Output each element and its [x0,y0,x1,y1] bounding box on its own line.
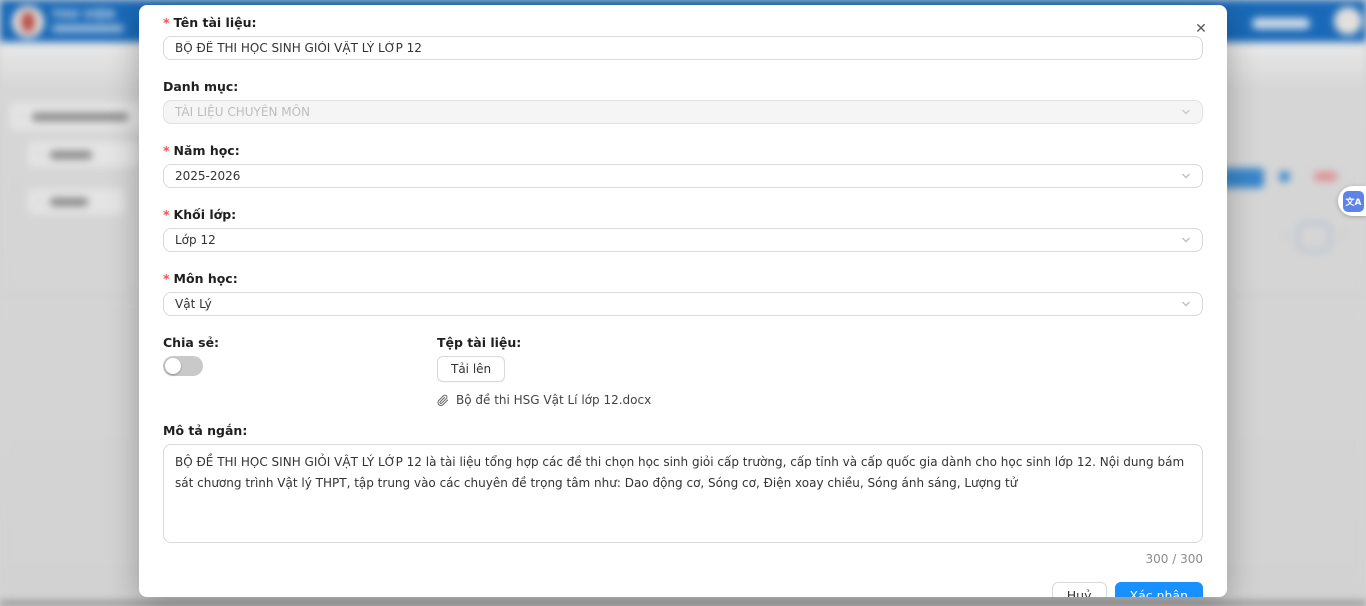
translate-widget[interactable]: 文A [1338,186,1366,216]
attached-file[interactable]: Bộ đề thi HSG Vật Lí lớp 12.docx [437,393,1203,407]
school-year-label: * Năm học: [163,143,240,158]
required-mark: * [163,15,170,30]
field-document-name: * Tên tài liệu: [163,15,1203,60]
school-year-select-value: 2025-2026 [175,169,241,183]
category-select-value: TÀI LIỆU CHUYÊN MÔN [175,105,311,119]
category-label: Danh mục: [163,79,239,94]
field-grade: * Khối lớp: Lớp 12 [163,207,1203,252]
grade-label: * Khối lớp: [163,207,237,222]
subject-select-value: Vật Lý [175,297,212,311]
subject-label: * Môn học: [163,271,238,286]
grade-select[interactable]: Lớp 12 [163,228,1203,252]
grade-select-value: Lớp 12 [175,233,216,247]
file-label: Tệp tài liệu: [437,335,522,350]
field-share: Chia sẻ: [163,335,437,407]
chevron-down-icon [1181,299,1191,309]
modal-footer: Huỷ Xác nhận [163,582,1203,597]
subject-select[interactable]: Vật Lý [163,292,1203,316]
document-name-label: * Tên tài liệu: [163,15,257,30]
share-toggle[interactable] [163,356,203,376]
edit-document-modal: ✕ * Tên tài liệu: Danh mục: TÀI LIỆU CHU… [139,5,1227,597]
confirm-button[interactable]: Xác nhận [1114,582,1203,597]
required-mark: * [163,207,170,222]
school-year-select[interactable]: 2025-2026 [163,164,1203,188]
cancel-button[interactable]: Huỷ [1051,582,1107,597]
chevron-down-icon [1181,171,1191,181]
document-name-input[interactable] [163,36,1203,60]
translate-icon[interactable]: 文A [1343,190,1364,212]
upload-button[interactable]: Tải lên [437,356,506,382]
chevron-down-icon [1181,235,1191,245]
share-toggle-knob [165,358,181,374]
field-school-year: * Năm học: 2025-2026 [163,143,1203,188]
share-file-row: Chia sẻ: Tệp tài liệu: Tải lên Bộ đề thi… [163,335,1203,407]
field-description: Mô tả ngắn: BỘ ĐỀ THI HỌC SINH GIỎI VẬT … [163,423,1203,566]
required-mark: * [163,271,170,286]
description-textarea[interactable]: BỘ ĐỀ THI HỌC SINH GIỎI VẬT LÝ LỚP 12 là… [163,444,1203,543]
description-label: Mô tả ngắn: [163,423,248,438]
char-counter: 300 / 300 [1145,552,1203,566]
close-icon[interactable]: ✕ [1192,19,1210,37]
field-category: Danh mục: TÀI LIỆU CHUYÊN MÔN [163,79,1203,124]
field-file: Tệp tài liệu: Tải lên Bộ đề thi HSG Vật … [437,335,1203,407]
chevron-down-icon [1181,107,1191,117]
paperclip-icon [437,394,449,407]
share-label: Chia sẻ: [163,335,220,350]
field-subject: * Môn học: Vật Lý [163,271,1203,316]
attached-file-name: Bộ đề thi HSG Vật Lí lớp 12.docx [456,393,652,407]
required-mark: * [163,143,170,158]
category-select: TÀI LIỆU CHUYÊN MÔN [163,100,1203,124]
